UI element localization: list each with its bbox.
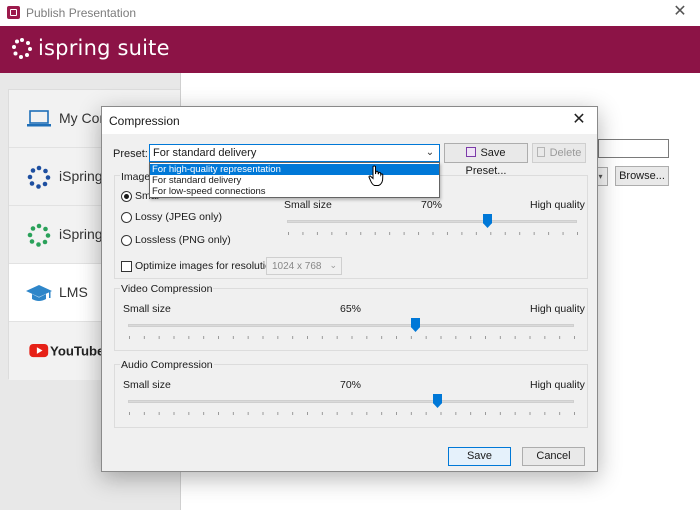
preset-label: Preset: xyxy=(113,148,148,160)
audio-compression-group xyxy=(114,364,588,428)
image-quality-slider[interactable] xyxy=(287,220,577,223)
preset-value: For standard delivery xyxy=(153,147,257,159)
chevron-down-icon: ⌄ xyxy=(329,260,337,270)
brand-header: ispring suite xyxy=(0,26,700,73)
compression-dialog: Compression ✕ Preset: For standard deliv… xyxy=(101,106,598,472)
sidebar-item-label: LMS xyxy=(59,284,88,300)
save-button[interactable]: Save xyxy=(448,447,511,466)
audio-small-size-label: Small size xyxy=(123,379,171,391)
radio-lossless-label: Lossless (PNG only) xyxy=(135,234,231,246)
preset-select[interactable]: For standard delivery ⌄ xyxy=(149,144,440,162)
radio-lossy-label: Lossy (JPEG only) xyxy=(135,211,222,223)
image-group-label: Image xyxy=(120,171,152,183)
audio-quality-slider[interactable] xyxy=(128,400,574,403)
dialog-titlebar: Compression ✕ xyxy=(102,107,597,134)
delete-preset-button[interactable]: Delete xyxy=(532,143,586,163)
video-quality-slider[interactable] xyxy=(128,324,574,327)
youtube-wordmark: YouTube xyxy=(50,344,104,359)
video-group-label: Video Compression xyxy=(120,283,214,295)
video-quality-value: 65% xyxy=(340,303,362,315)
image-high-quality-label: High quality xyxy=(530,199,585,211)
radio-smart[interactable] xyxy=(121,191,132,202)
optimize-resolution-label: Optimize images for resolution: xyxy=(135,260,280,272)
window-titlebar: Publish Presentation ✕ xyxy=(0,0,700,26)
radio-lossless[interactable] xyxy=(121,235,132,246)
image-slider-ticks xyxy=(288,232,578,235)
ispring-logo-icon xyxy=(12,38,32,59)
video-compression-group xyxy=(114,288,588,351)
video-high-quality-label: High quality xyxy=(530,303,585,315)
app-icon xyxy=(7,6,20,19)
delete-label: Delete xyxy=(549,147,582,159)
ispring-learn-icon xyxy=(27,223,51,247)
optimize-resolution-checkbox[interactable] xyxy=(121,261,132,272)
sidebar-item-label: iSpring xyxy=(59,226,103,242)
trash-icon xyxy=(536,147,545,157)
browse-button[interactable]: Browse... xyxy=(615,166,669,186)
audio-group-label: Audio Compression xyxy=(120,359,214,371)
image-small-size-label: Small size xyxy=(284,199,332,211)
dialog-title: Compression xyxy=(109,114,180,128)
preset-dropdown-list: For high-quality representation For stan… xyxy=(149,162,440,198)
chevron-down-icon: ⌄ xyxy=(425,147,435,158)
brand-name: ispring suite xyxy=(38,36,170,60)
graduation-cap-icon xyxy=(26,285,52,301)
resolution-value: 1024 x 768 xyxy=(272,261,322,272)
video-slider-ticks xyxy=(129,336,575,339)
preset-option[interactable]: For standard delivery xyxy=(150,175,439,186)
resolution-select[interactable]: 1024 x 768 ⌄ xyxy=(266,257,342,275)
image-quality-value: 70% xyxy=(421,199,443,211)
preset-option[interactable]: For high-quality representation xyxy=(150,164,439,175)
audio-quality-value: 70% xyxy=(340,379,362,391)
hand-cursor-icon xyxy=(368,165,384,186)
video-small-size-label: Small size xyxy=(123,303,171,315)
youtube-logo: YouTube xyxy=(29,344,104,359)
window-title: Publish Presentation xyxy=(26,6,137,20)
audio-slider-ticks xyxy=(129,412,575,415)
cancel-button[interactable]: Cancel xyxy=(522,447,585,466)
sidebar-item-label: iSpring xyxy=(59,168,103,184)
laptop-icon xyxy=(27,110,51,127)
preset-option[interactable]: For low-speed connections xyxy=(150,186,439,197)
window-close-icon[interactable]: ✕ xyxy=(670,2,690,22)
audio-high-quality-label: High quality xyxy=(530,379,585,391)
background-text-field[interactable] xyxy=(598,139,669,158)
save-preset-button[interactable]: Save Preset... xyxy=(444,143,528,177)
save-icon xyxy=(466,147,477,157)
ispring-cloud-icon xyxy=(27,165,51,189)
dialog-close-icon[interactable]: ✕ xyxy=(569,109,589,131)
radio-lossy[interactable] xyxy=(121,212,132,223)
